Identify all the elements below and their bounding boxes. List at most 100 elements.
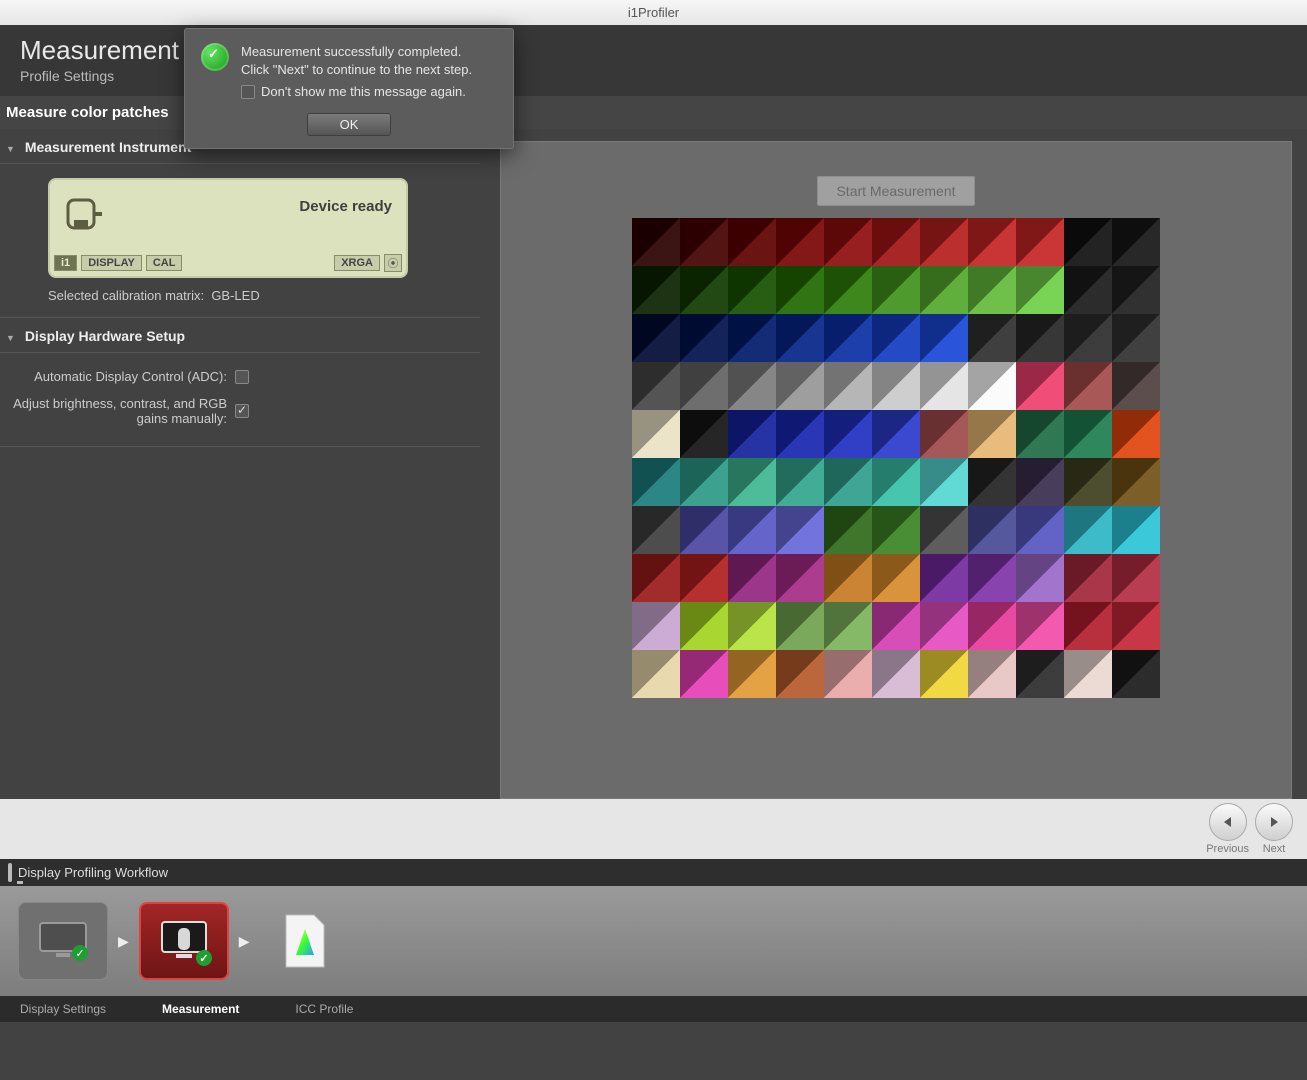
- color-patch: [1064, 362, 1112, 410]
- monitor-icon: [8, 865, 12, 880]
- color-patch: [1016, 506, 1064, 554]
- next-label: Next: [1263, 843, 1286, 855]
- color-patch: [872, 506, 920, 554]
- color-patch: [968, 650, 1016, 698]
- color-patch: [920, 362, 968, 410]
- color-patch: [824, 314, 872, 362]
- color-patch: [872, 362, 920, 410]
- color-patch: [632, 218, 680, 266]
- measurement-icon: ✓: [154, 916, 214, 966]
- color-patch: [680, 218, 728, 266]
- color-patch: [824, 410, 872, 458]
- color-patch: [632, 410, 680, 458]
- color-patch: [1064, 410, 1112, 458]
- color-patch: [776, 362, 824, 410]
- workflow-step-icc-profile[interactable]: [260, 902, 350, 980]
- manual-checkbox[interactable]: [235, 404, 249, 418]
- color-patch: [1064, 218, 1112, 266]
- start-measurement-button[interactable]: Start Measurement: [817, 176, 974, 206]
- color-patch: [824, 650, 872, 698]
- modal-line1: Measurement successfully completed.: [241, 43, 472, 61]
- color-patch: [920, 410, 968, 458]
- spectrophotometer-icon: [64, 194, 106, 237]
- color-patch: [1112, 650, 1160, 698]
- color-patch: [776, 458, 824, 506]
- color-patch: [1064, 650, 1112, 698]
- color-patch: [1112, 266, 1160, 314]
- color-patch: [872, 410, 920, 458]
- color-patch: [824, 362, 872, 410]
- next-button[interactable]: [1255, 803, 1293, 841]
- color-patch: [968, 410, 1016, 458]
- color-patch: [776, 506, 824, 554]
- chip-cal: CAL: [146, 255, 183, 271]
- workflow-strip: ✓ ▶ ✓ ▶: [0, 886, 1307, 996]
- color-patch: [632, 602, 680, 650]
- color-patch: [1112, 218, 1160, 266]
- color-patch: [1016, 602, 1064, 650]
- matrix-label: Selected calibration matrix:: [48, 288, 204, 303]
- color-patch: [1064, 314, 1112, 362]
- bulb-icon: ⦿: [384, 254, 402, 272]
- color-patch: [1016, 410, 1064, 458]
- color-patch: [1016, 362, 1064, 410]
- color-patch: [872, 314, 920, 362]
- color-patch: [728, 362, 776, 410]
- color-patch: [776, 410, 824, 458]
- color-patch: [1112, 506, 1160, 554]
- workflow-label-0: Display Settings: [20, 1002, 106, 1016]
- previous-button[interactable]: [1209, 803, 1247, 841]
- color-patch: [1064, 506, 1112, 554]
- adc-checkbox[interactable]: [235, 370, 249, 384]
- color-patch: [728, 602, 776, 650]
- color-patch: [1112, 314, 1160, 362]
- matrix-value: GB-LED: [211, 288, 259, 303]
- workflow-step-measurement[interactable]: ✓: [139, 902, 229, 980]
- color-patch: [680, 602, 728, 650]
- color-patch: [1112, 602, 1160, 650]
- modal-ok-button[interactable]: OK: [307, 113, 391, 136]
- color-patch: [1064, 266, 1112, 314]
- success-check-icon: [201, 43, 229, 71]
- color-patch: [968, 506, 1016, 554]
- display-settings-icon: ✓: [36, 919, 90, 963]
- color-patch: [1016, 650, 1064, 698]
- color-patch: [680, 554, 728, 602]
- color-patch: [1016, 218, 1064, 266]
- dont-show-checkbox[interactable]: [241, 85, 255, 99]
- color-patch: [776, 266, 824, 314]
- color-patch: [728, 410, 776, 458]
- color-patch: [632, 506, 680, 554]
- color-patch: [920, 650, 968, 698]
- workflow-step-display-settings[interactable]: ✓: [18, 902, 108, 980]
- color-patch: [728, 218, 776, 266]
- color-patch: [824, 266, 872, 314]
- color-patch: [920, 458, 968, 506]
- device-status: Device ready: [299, 198, 392, 215]
- color-patch: [872, 554, 920, 602]
- color-patch: [872, 458, 920, 506]
- color-patch: [728, 458, 776, 506]
- color-patch: [968, 218, 1016, 266]
- measurement-area: Start Measurement: [500, 141, 1292, 799]
- chevron-right-icon: ▶: [239, 933, 250, 950]
- color-patch: [920, 506, 968, 554]
- color-patch: [824, 506, 872, 554]
- device-card: Device ready i1 DISPLAY CAL XRGA ⦿: [48, 178, 408, 278]
- workflow-label-1: Measurement: [162, 1002, 239, 1016]
- nav-strip: Previous Next: [0, 799, 1307, 859]
- color-patch: [824, 554, 872, 602]
- color-patch: [1064, 458, 1112, 506]
- color-patch: [968, 362, 1016, 410]
- color-patch: [632, 554, 680, 602]
- chip-display: DISPLAY: [81, 255, 142, 271]
- hardware-heading[interactable]: Display Hardware Setup: [0, 318, 480, 353]
- color-patch: [824, 218, 872, 266]
- color-patch: [680, 506, 728, 554]
- color-patch: [1064, 554, 1112, 602]
- color-patch: [1016, 266, 1064, 314]
- dont-show-label: Don't show me this message again.: [261, 84, 466, 99]
- color-patch: [824, 458, 872, 506]
- workflow-header: Display Profiling Workflow: [0, 859, 1307, 886]
- color-patch: [776, 554, 824, 602]
